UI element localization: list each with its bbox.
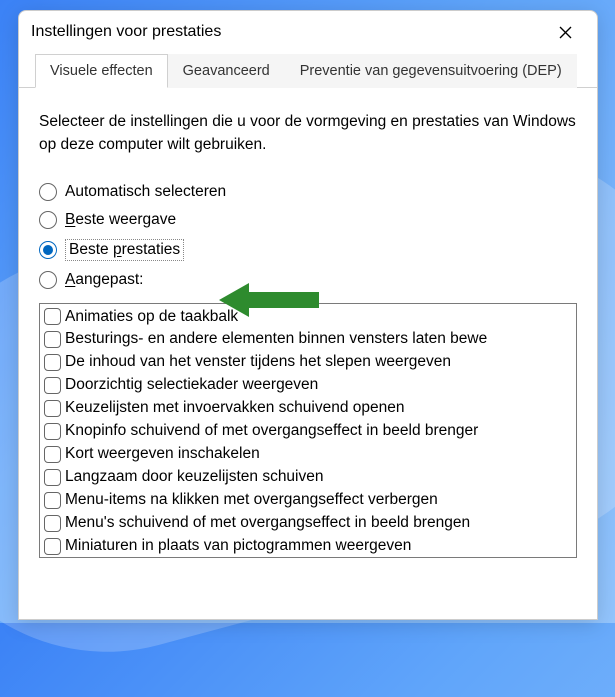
checkbox-icon[interactable]: [44, 538, 61, 555]
radio-icon: [39, 183, 57, 201]
radio-auto-select[interactable]: Automatisch selecteren: [39, 183, 577, 201]
radio-best-performance[interactable]: Beste prestaties: [39, 239, 577, 261]
checkbox-icon[interactable]: [44, 469, 61, 486]
titlebar: Instellingen voor prestaties: [19, 11, 597, 53]
radio-icon: [39, 271, 57, 289]
checkbox-label: Doorzichtig selectiekader weergeven: [65, 374, 318, 397]
tab-visual-effects[interactable]: Visuele effecten: [35, 54, 168, 88]
checkbox-icon[interactable]: [44, 354, 61, 371]
checkbox-label: Knopinfo schuivend of met overgangseffec…: [65, 420, 478, 443]
close-icon: [559, 26, 572, 39]
list-item[interactable]: Animaties op de taakbalk: [42, 306, 574, 329]
checkbox-icon[interactable]: [44, 331, 61, 348]
tab-advanced[interactable]: Geavanceerd: [168, 54, 285, 88]
checkbox-icon[interactable]: [44, 446, 61, 463]
checkbox-label: Langzaam door keuzelijsten schuiven: [65, 466, 324, 489]
list-item[interactable]: Besturings- en andere elementen binnen v…: [42, 328, 574, 351]
tab-label: Preventie van gegevensuitvoering (DEP): [300, 63, 562, 79]
checkbox-label: Keuzelijsten met invoervakken schuivend …: [65, 397, 405, 420]
checkbox-label: De inhoud van het venster tijdens het sl…: [65, 351, 451, 374]
list-item[interactable]: De inhoud van het venster tijdens het sl…: [42, 351, 574, 374]
checkbox-label: Kort weergeven inschakelen: [65, 443, 260, 466]
tab-label: Geavanceerd: [183, 63, 270, 79]
checkbox-label: Animaties op de taakbalk: [65, 306, 238, 329]
checkbox-icon[interactable]: [44, 515, 61, 532]
checkbox-label: Menu's schuivend of met overgangseffect …: [65, 512, 470, 535]
tab-dep[interactable]: Preventie van gegevensuitvoering (DEP): [285, 54, 577, 88]
checkbox-label: Besturings- en andere elementen binnen v…: [65, 328, 487, 351]
radio-label: Automatisch selecteren: [65, 183, 226, 201]
radio-custom[interactable]: Aangepast:: [39, 271, 577, 289]
tab-content: Selecteer de instellingen die u voor de …: [19, 88, 597, 568]
radio-label: Aangepast:: [65, 271, 143, 289]
list-item[interactable]: Kort weergeven inschakelen: [42, 443, 574, 466]
close-button[interactable]: [545, 16, 585, 48]
radio-group: Automatisch selecteren Beste weergave Be…: [39, 183, 577, 289]
list-item[interactable]: Keuzelijsten met invoervakken schuivend …: [42, 397, 574, 420]
list-item[interactable]: Doorzichtig selectiekader weergeven: [42, 374, 574, 397]
checkbox-icon[interactable]: [44, 400, 61, 417]
checkbox-icon[interactable]: [44, 377, 61, 394]
checkbox-icon[interactable]: [44, 308, 61, 325]
radio-label: Beste weergave: [65, 211, 176, 229]
list-item[interactable]: Menu's schuivend of met overgangseffect …: [42, 512, 574, 535]
list-item[interactable]: Knopinfo schuivend of met overgangseffec…: [42, 420, 574, 443]
window-title: Instellingen voor prestaties: [31, 23, 545, 41]
list-item[interactable]: Langzaam door keuzelijsten schuiven: [42, 466, 574, 489]
radio-icon: [39, 211, 57, 229]
checkbox-label: Menu-items na klikken met overgangseffec…: [65, 489, 438, 512]
checkbox-label: Miniaturen in plaats van pictogrammen we…: [65, 535, 411, 558]
performance-options-window: Instellingen voor prestaties Visuele eff…: [18, 10, 598, 620]
radio-best-appearance[interactable]: Beste weergave: [39, 211, 577, 229]
effects-listbox[interactable]: Animaties op de taakbalk Besturings- en …: [39, 303, 577, 558]
checkbox-icon[interactable]: [44, 492, 61, 509]
tab-label: Visuele effecten: [50, 63, 153, 79]
checkbox-icon[interactable]: [44, 423, 61, 440]
radio-icon: [39, 241, 57, 259]
tab-bar: Visuele effecten Geavanceerd Preventie v…: [19, 53, 597, 88]
list-item[interactable]: Menu-items na klikken met overgangseffec…: [42, 489, 574, 512]
instruction-text: Selecteer de instellingen die u voor de …: [39, 110, 577, 157]
list-item[interactable]: Miniaturen in plaats van pictogrammen we…: [42, 535, 574, 558]
radio-label: Beste prestaties: [65, 239, 184, 261]
